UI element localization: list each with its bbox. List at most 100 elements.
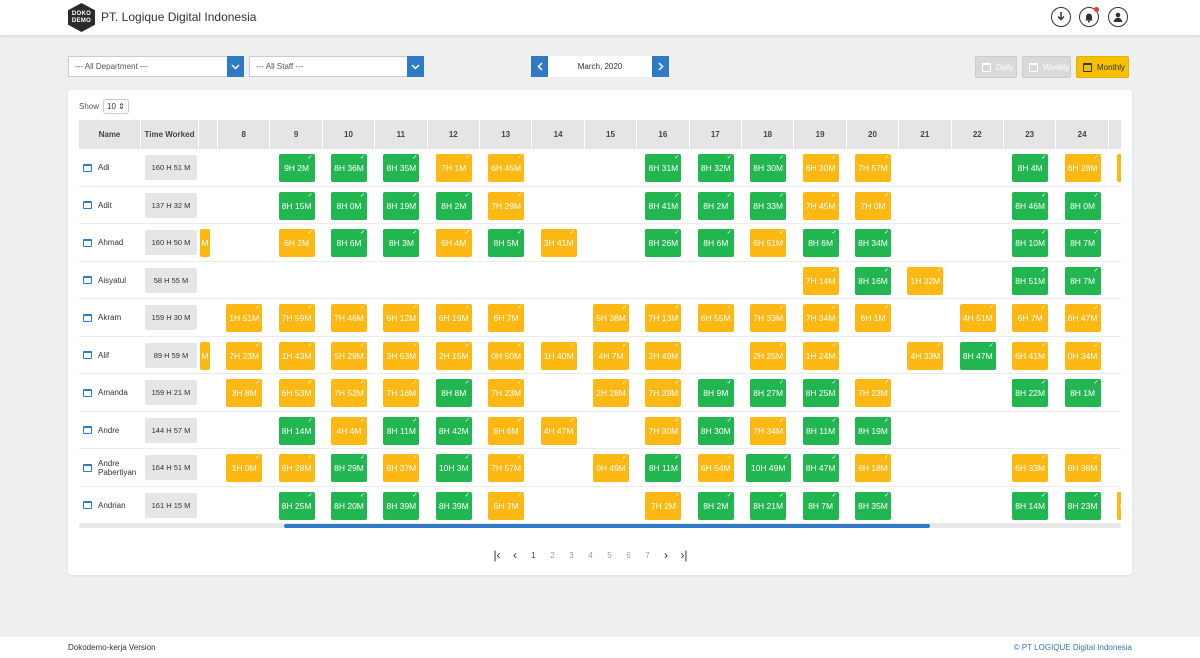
- hours-badge[interactable]: 7H 57M ✓: [488, 454, 525, 482]
- hours-badge[interactable]: 1H 43M ✓: [278, 341, 315, 370]
- hours-badge[interactable]: 7H 57M ✓: [855, 154, 891, 182]
- hours-badge[interactable]: 3H 53M ✓: [383, 341, 420, 370]
- hours-badge[interactable]: 8H 10M ✓: [1012, 229, 1049, 257]
- staff-name[interactable]: Andre Pabertiyan: [83, 449, 143, 486]
- page-size-select[interactable]: 10 ⇕: [103, 99, 129, 114]
- hours-badge[interactable]: 8H 14M ✓: [1012, 491, 1049, 520]
- hours-badge[interactable]: 1H 51M ✓: [226, 304, 263, 332]
- hours-badge[interactable]: 2H 15M ✓: [435, 341, 472, 370]
- hours-badge[interactable]: 2H 25M ✓: [750, 341, 787, 370]
- hours-badge[interactable]: 8H 20M ✓: [331, 491, 367, 520]
- hours-badge[interactable]: 8H 4M ✓: [1012, 154, 1049, 182]
- hours-badge[interactable]: 6H 2M ✓: [278, 229, 315, 257]
- hours-badge[interactable]: 7H 16M ✓: [383, 379, 420, 407]
- chevron-down-icon[interactable]: [227, 56, 244, 77]
- copyright-link[interactable]: © PT LOGIQUE Digital Indonesia: [1014, 643, 1132, 652]
- hours-badge[interactable]: 8H 7M ✓: [802, 491, 839, 520]
- hours-badge[interactable]: 3H 27M✓: [1117, 154, 1121, 182]
- hours-badge-partial[interactable]: M: [200, 229, 210, 257]
- hours-badge[interactable]: 8H 32M ✓: [697, 154, 734, 182]
- hours-badge[interactable]: 6H 38M ✓: [1064, 454, 1101, 482]
- hours-badge[interactable]: 8H 2M ✓: [697, 491, 734, 520]
- hours-badge[interactable]: 8H 30M ✓: [697, 416, 734, 445]
- hours-badge[interactable]: 7H 23M ✓: [226, 341, 263, 370]
- hours-badge[interactable]: 6H 55M ✓: [697, 304, 734, 332]
- hours-badge[interactable]: 8H 27M ✓: [750, 379, 787, 407]
- staff-name[interactable]: Andrian: [83, 487, 143, 524]
- page-number[interactable]: 5: [600, 551, 619, 560]
- hours-badge[interactable]: 8H 3M ✓: [383, 229, 420, 257]
- hours-badge[interactable]: 8H 8M ✓: [435, 379, 472, 407]
- hours-badge[interactable]: 0H 50M ✓: [488, 341, 525, 370]
- hours-badge[interactable]: 8H 16M ✓: [855, 266, 891, 295]
- hours-badge[interactable]: 8H 25M ✓: [278, 491, 315, 520]
- hours-badge[interactable]: 6H 41M ✓: [1012, 341, 1049, 370]
- hours-badge[interactable]: 6H 33M ✓: [1012, 454, 1049, 482]
- chevron-down-icon[interactable]: [407, 56, 424, 77]
- hours-badge[interactable]: 1H 40M ✓: [540, 341, 577, 370]
- monthly-view-button[interactable]: Monthly: [1076, 56, 1129, 78]
- hours-badge[interactable]: 6H 51M ✓: [750, 229, 787, 257]
- hours-badge[interactable]: 8H 6M ✓: [697, 229, 734, 257]
- hours-badge[interactable]: 7H 46M ✓: [331, 304, 367, 332]
- month-label[interactable]: March, 2020: [548, 56, 652, 77]
- hours-badge[interactable]: 2H 28M ✓: [593, 379, 629, 407]
- hours-badge[interactable]: 3H 8M ✓: [226, 379, 263, 407]
- hours-badge[interactable]: 6H 37M ✓: [383, 454, 420, 482]
- hours-badge[interactable]: 7H 14M ✓: [802, 266, 839, 295]
- hours-badge[interactable]: 8H 7M ✓: [1064, 266, 1101, 295]
- hours-badge[interactable]: 4H 33M ✓: [907, 341, 944, 370]
- staff-name[interactable]: Andre: [83, 412, 143, 449]
- hours-badge[interactable]: 7H 1M ✓: [435, 154, 472, 182]
- hours-badge[interactable]: 8H 25M ✓: [802, 379, 839, 407]
- hours-badge[interactable]: 6H 1M ✓: [855, 304, 891, 332]
- hours-badge[interactable]: 8H 11M ✓: [383, 416, 420, 445]
- hours-badge[interactable]: 7H 45M ✓: [802, 191, 839, 220]
- hours-badge[interactable]: 7H 59M ✓: [278, 304, 315, 332]
- hours-badge[interactable]: 8H 46M ✓: [1012, 191, 1049, 220]
- hours-badge[interactable]: 6H 28M ✓: [1064, 154, 1101, 182]
- hours-badge[interactable]: 8H 26M ✓: [645, 229, 682, 257]
- hours-badge-partial[interactable]: M: [200, 341, 210, 370]
- hours-badge[interactable]: 8H 0M ✓: [331, 191, 367, 220]
- hours-badge[interactable]: 7H 34M ✓: [750, 416, 787, 445]
- hours-badge[interactable]: 3H 41M ✓: [540, 229, 577, 257]
- hours-badge[interactable]: 6H 12M ✓: [383, 304, 420, 332]
- hours-badge[interactable]: 8H 31M ✓: [645, 154, 682, 182]
- hours-badge[interactable]: 7H 33M ✓: [750, 304, 787, 332]
- hours-badge[interactable]: 10H 3M ✓: [435, 454, 472, 482]
- hours-badge[interactable]: 6H 7M ✓: [1012, 304, 1049, 332]
- hours-badge[interactable]: 8H 30M ✓: [750, 154, 787, 182]
- department-select[interactable]: --- All Department ---: [68, 56, 244, 77]
- hours-badge[interactable]: 6H 54M ✓: [697, 454, 734, 482]
- daily-view-button[interactable]: Daily: [975, 56, 1017, 78]
- page-number[interactable]: 6: [619, 551, 638, 560]
- hours-badge[interactable]: 7H 30M ✓: [645, 416, 682, 445]
- hours-badge[interactable]: 8H 9M ✓: [697, 379, 734, 407]
- hours-badge[interactable]: 8H 33M ✓: [750, 191, 787, 220]
- horizontal-scrollbar[interactable]: [79, 524, 1121, 528]
- hours-badge[interactable]: 1H 24M ✓: [802, 341, 839, 370]
- hours-badge[interactable]: 6H 7M ✓: [488, 491, 525, 520]
- hours-badge[interactable]: 8H 39M ✓: [383, 491, 420, 520]
- hours-badge[interactable]: 8H 7M ✓: [1064, 229, 1101, 257]
- hours-badge[interactable]: 8H 11M ✓: [802, 416, 839, 445]
- hours-badge[interactable]: 8H 1M ✓: [1064, 379, 1101, 407]
- hours-badge[interactable]: 8H 35M ✓: [383, 154, 420, 182]
- hours-badge[interactable]: 8H 2M ✓: [435, 191, 472, 220]
- notification-button[interactable]: [1079, 7, 1099, 27]
- hours-badge[interactable]: 1H 32M ✓: [907, 266, 944, 295]
- hours-badge[interactable]: 8H 19M ✓: [855, 416, 891, 445]
- hours-badge[interactable]: 7H 13M ✓: [645, 304, 682, 332]
- hours-badge[interactable]: 8H 34M ✓: [855, 229, 891, 257]
- hours-badge[interactable]: 8H 47M ✓: [802, 454, 839, 482]
- hours-badge[interactable]: 6H 6M ✓: [488, 416, 525, 445]
- hours-badge[interactable]: 8H 42M ✓: [435, 416, 472, 445]
- hours-badge[interactable]: 6H 53M ✓: [278, 379, 315, 407]
- hours-badge[interactable]: 8H 22M ✓: [1012, 379, 1049, 407]
- hours-badge[interactable]: 8H 14M ✓: [278, 416, 315, 445]
- hours-badge[interactable]: 8H 47M ✓: [959, 341, 996, 370]
- hours-badge[interactable]: 2H 49M ✓: [645, 341, 682, 370]
- first-page-button[interactable]: |‹: [488, 548, 506, 562]
- hours-badge[interactable]: 6H 47M ✓: [1064, 304, 1101, 332]
